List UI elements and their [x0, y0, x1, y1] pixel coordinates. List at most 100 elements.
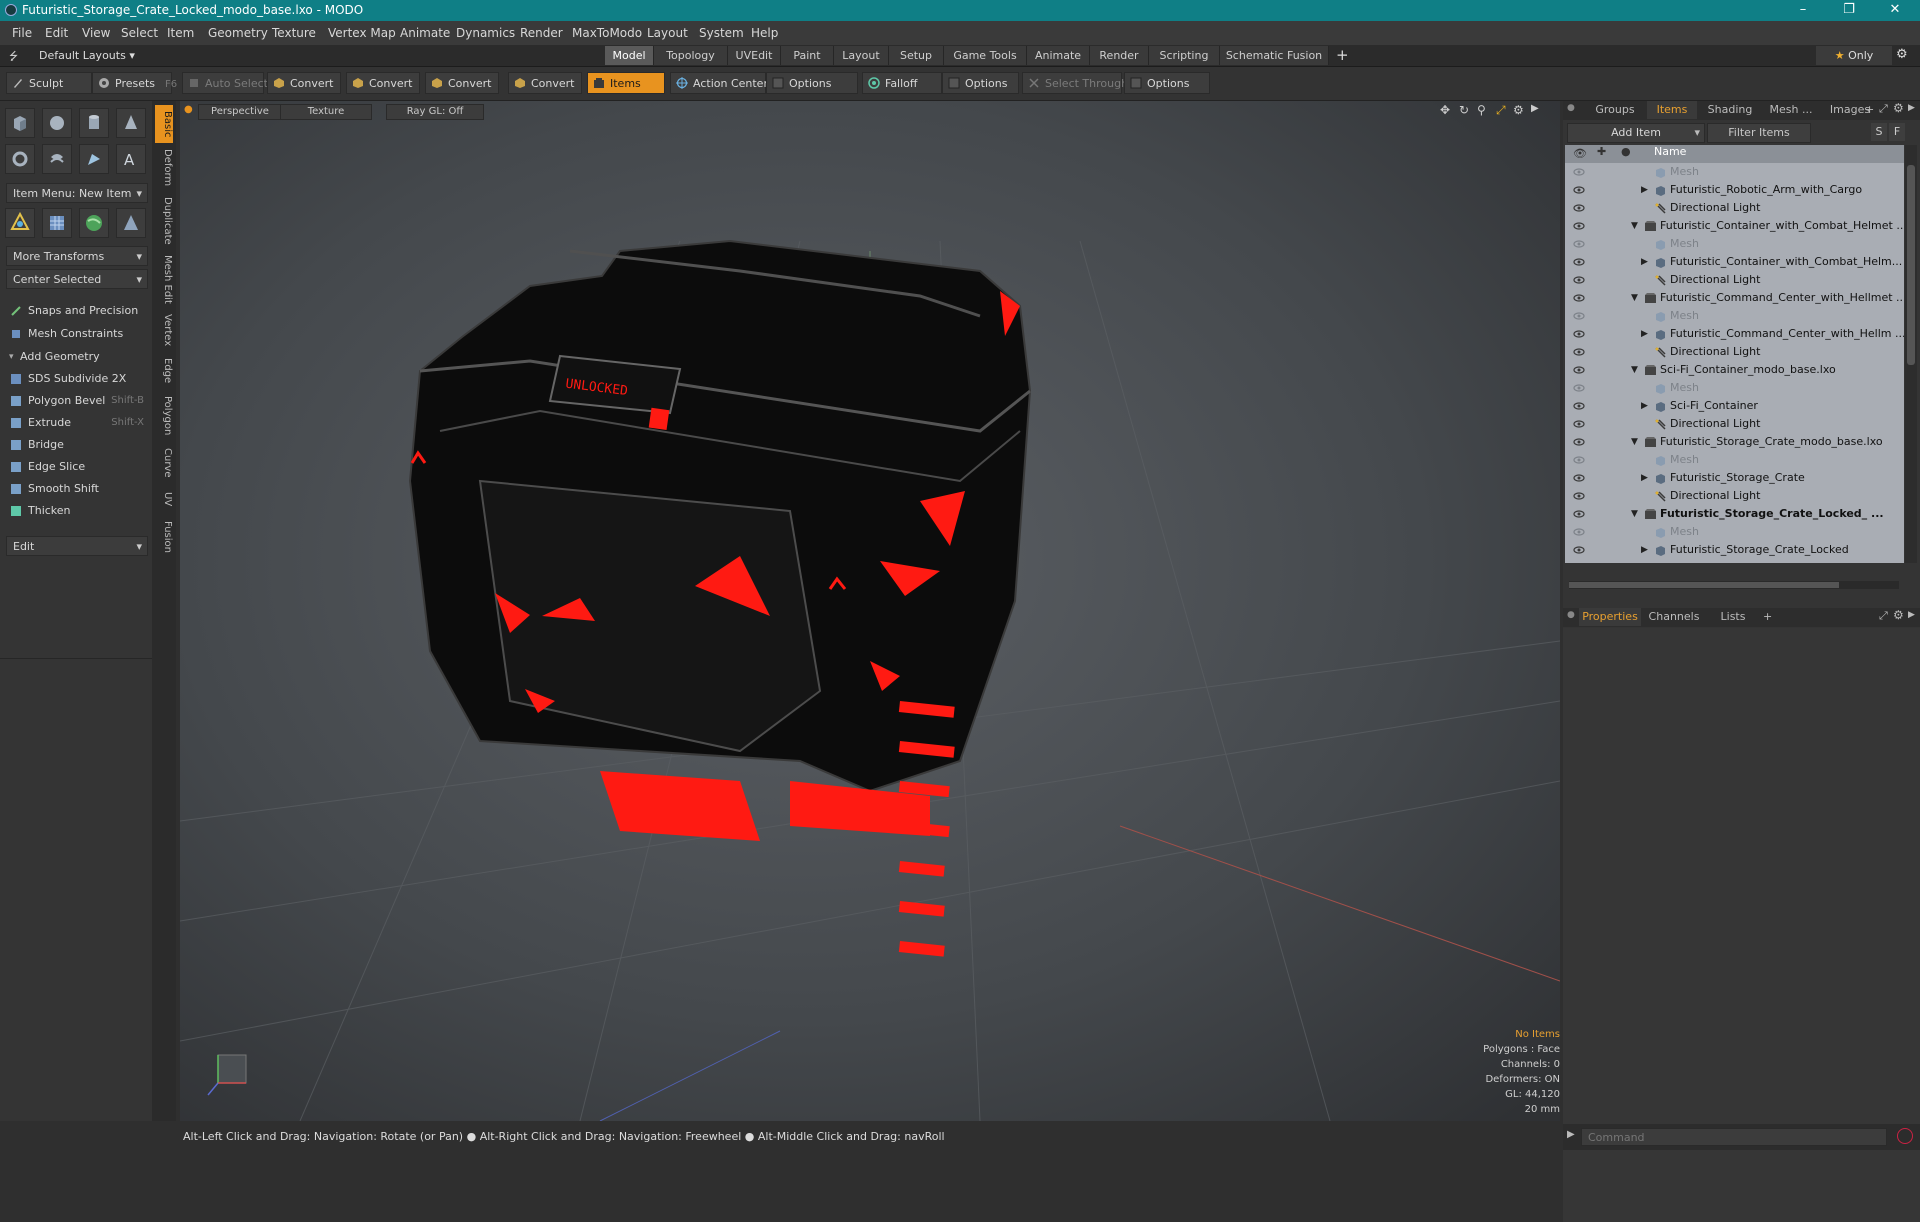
expand-panel-icon[interactable]: ⤢: [1879, 102, 1888, 116]
visibility-eye-icon[interactable]: [1573, 292, 1585, 304]
tree-row[interactable]: ▼ Futuristic_Command_Center_with_Hellmet …: [1565, 289, 1904, 307]
tree-scrollbar[interactable]: [1905, 145, 1917, 563]
vtab-vertex[interactable]: Vertex: [155, 311, 173, 349]
sds-subdivide-button[interactable]: SDS Subdivide 2X: [6, 369, 148, 389]
vtab-duplicate[interactable]: Duplicate: [155, 195, 173, 247]
vtab-uv[interactable]: UV: [155, 487, 173, 511]
convert-polygons-button[interactable]: Convert: [425, 72, 499, 94]
visibility-eye-icon[interactable]: [1573, 328, 1585, 340]
menu-view[interactable]: View: [82, 26, 110, 40]
tab-lists[interactable]: Lists: [1707, 608, 1759, 626]
menu-geometry[interactable]: Geometry: [208, 26, 268, 40]
menu-file[interactable]: File: [12, 26, 32, 40]
collapse-arrow-icon[interactable]: ▼: [1631, 289, 1638, 307]
tree-row[interactable]: Directional Light: [1565, 415, 1903, 433]
edge-slice-button[interactable]: Edge Slice: [6, 457, 148, 477]
collapse-arrow-icon[interactable]: ▼: [1631, 361, 1638, 379]
tree-row[interactable]: Directional Light: [1565, 559, 1903, 563]
visibility-eye-icon[interactable]: [1573, 364, 1585, 376]
menu-edit[interactable]: Edit: [45, 26, 68, 40]
tab-properties[interactable]: Properties: [1579, 608, 1641, 626]
minimize-button[interactable]: –: [1780, 0, 1826, 21]
sphere-primitive-button[interactable]: [42, 108, 72, 138]
shading-mode-dropdown[interactable]: Texture: [280, 104, 372, 120]
viewport-more-icon[interactable]: ▶: [1531, 103, 1539, 114]
visibility-eye-icon[interactable]: [1573, 508, 1585, 520]
add-tab-icon[interactable]: +: [1865, 103, 1874, 116]
expand-properties-icon[interactable]: ⤢: [1879, 609, 1888, 623]
filter-items-input[interactable]: Filter Items: [1707, 123, 1811, 143]
layout-expand-icon[interactable]: ⭍: [9, 48, 18, 67]
add-tab-plus-icon[interactable]: +: [1336, 46, 1349, 64]
tree-row[interactable]: Mesh: [1565, 379, 1903, 397]
text-tool-button[interactable]: A: [116, 144, 146, 174]
move-tool-button[interactable]: [5, 208, 35, 238]
more-transforms-dropdown[interactable]: More Transforms: [6, 246, 148, 267]
visibility-eye-icon[interactable]: [1573, 202, 1585, 214]
tab-game-tools[interactable]: Game Tools: [944, 46, 1027, 65]
select-through-button[interactable]: Select Through: [1022, 72, 1128, 94]
3d-viewport[interactable]: UNLOCKED: [180, 101, 1560, 1121]
lock-column-icon[interactable]: ✚: [1597, 145, 1606, 158]
menu-animate[interactable]: Animate: [400, 26, 450, 40]
visibility-eye-icon[interactable]: [1573, 346, 1585, 358]
action-center-button[interactable]: Action Center: [670, 72, 768, 94]
rotate-tool-button[interactable]: [79, 208, 109, 238]
maximize-button[interactable]: ❐: [1826, 0, 1872, 21]
tree-row[interactable]: ▶ Futuristic_Command_Center_with_Hellm ..…: [1565, 325, 1904, 343]
visibility-eye-icon[interactable]: [1573, 400, 1585, 412]
tree-horizontal-thumb[interactable]: [1569, 582, 1839, 588]
menu-layout[interactable]: Layout: [647, 26, 688, 40]
center-selected-dropdown[interactable]: Center Selected: [6, 269, 148, 290]
cube-primitive-button[interactable]: [5, 108, 35, 138]
tab-groups[interactable]: Groups: [1583, 101, 1647, 119]
tab-animate[interactable]: Animate: [1027, 46, 1090, 65]
expand-arrow-icon[interactable]: ▶: [1641, 325, 1648, 343]
collapse-arrow-icon[interactable]: ▼: [1631, 433, 1638, 451]
cone-primitive-button[interactable]: [116, 108, 146, 138]
options-button-2[interactable]: Options: [942, 72, 1019, 94]
tree-horizontal-scrollbar[interactable]: [1569, 581, 1899, 589]
tab-schematic-fusion[interactable]: Schematic Fusion: [1220, 46, 1329, 65]
tree-row[interactable]: ▶ Futuristic_Robotic_Arm_with_Cargo: [1565, 181, 1903, 199]
name-column-header[interactable]: Name: [1654, 145, 1686, 158]
vtab-curve[interactable]: Curve: [155, 445, 173, 481]
collapse-arrow-icon[interactable]: ▼: [1631, 217, 1638, 235]
command-input[interactable]: [1581, 1128, 1887, 1146]
items-mode-button[interactable]: Items: [587, 72, 665, 94]
thicken-button[interactable]: Thicken: [6, 501, 148, 521]
visibility-eye-icon[interactable]: [1573, 220, 1585, 232]
mesh-constraints-button[interactable]: Mesh Constraints: [6, 324, 148, 344]
vtab-mesh-edit[interactable]: Mesh Edit: [155, 253, 173, 305]
record-icon[interactable]: [1897, 1128, 1913, 1144]
raygl-toggle[interactable]: Ray GL: Off: [386, 104, 484, 120]
tab-scripting[interactable]: Scripting: [1149, 46, 1220, 65]
polygon-bevel-button[interactable]: Polygon Bevel Shift-B: [6, 391, 148, 411]
extrude-button[interactable]: Extrude Shift-X: [6, 413, 148, 433]
torus-primitive-button[interactable]: [5, 144, 35, 174]
panel-menu-icon[interactable]: ●: [1567, 103, 1575, 113]
menu-dynamics[interactable]: Dynamics: [456, 26, 515, 40]
tree-row[interactable]: ▶ Sci-Fi_Container: [1565, 397, 1903, 415]
tree-scrollbar-thumb[interactable]: [1907, 165, 1915, 365]
auto-select-button[interactable]: Auto Select: [182, 72, 268, 94]
tree-row[interactable]: ▼ Sci-Fi_Container_modo_base.lxo: [1565, 361, 1903, 379]
vtab-basic[interactable]: Basic: [155, 105, 173, 143]
visibility-eye-icon[interactable]: [1573, 238, 1585, 250]
cylinder-primitive-button[interactable]: [79, 108, 109, 138]
visibility-eye-icon[interactable]: [1573, 454, 1585, 466]
panel-gear-icon[interactable]: ⚙: [1893, 101, 1904, 115]
tree-row[interactable]: ▶ Futuristic_Storage_Crate_Locked: [1565, 541, 1903, 559]
add-geometry-header[interactable]: ▾ Add Geometry: [6, 347, 148, 367]
visibility-eye-icon[interactable]: [1573, 562, 1585, 563]
viewport-settings-icon[interactable]: ⚙: [1513, 103, 1524, 117]
visibility-eye-icon[interactable]: [1573, 544, 1585, 556]
options-button-1[interactable]: Options: [766, 72, 858, 94]
pen-tool-button[interactable]: [79, 144, 109, 174]
tree-row[interactable]: ▶ Futuristic_Storage_Crate: [1565, 469, 1903, 487]
falloff-button[interactable]: Falloff: [862, 72, 942, 94]
tree-row[interactable]: Mesh: [1565, 307, 1903, 325]
pan-icon[interactable]: ✥: [1440, 103, 1450, 117]
collapse-arrow-icon[interactable]: ▼: [1631, 505, 1638, 523]
tree-row[interactable]: Mesh: [1565, 451, 1903, 469]
